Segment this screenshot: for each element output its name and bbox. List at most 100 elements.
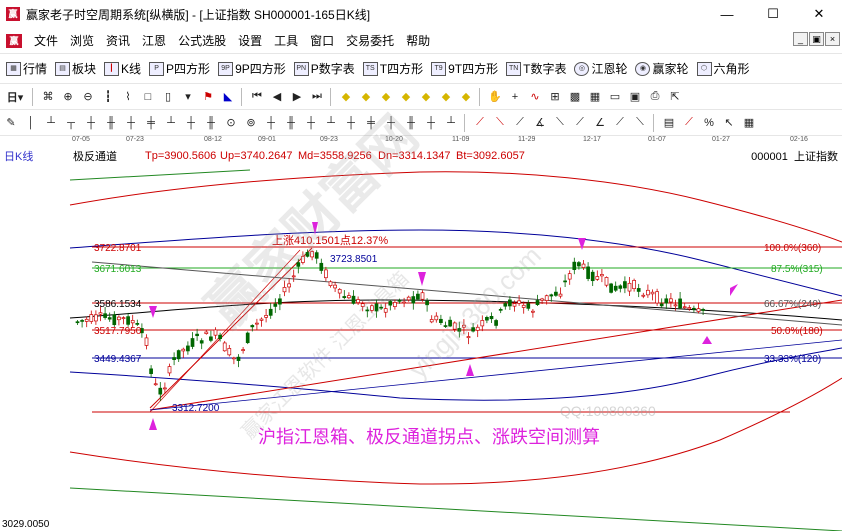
diamond-3-icon[interactable]: ◆ [377, 88, 395, 106]
diamond-7-icon[interactable]: ◆ [457, 88, 475, 106]
toolbar-p-square-button[interactable]: P P四方形 [147, 60, 212, 77]
fan-8-icon[interactable]: ⟋ [611, 114, 629, 132]
tline-6-icon[interactable]: ╪ [142, 114, 160, 132]
bars-icon[interactable]: ┇ [99, 88, 117, 106]
tline-3-icon[interactable]: ┼ [82, 114, 100, 132]
zoom-in-icon[interactable]: ⊕ [59, 88, 77, 106]
save-icon[interactable]: ▣ [626, 88, 644, 106]
period-day-button[interactable]: 日▾ [2, 88, 28, 106]
diamond-4-icon[interactable]: ◆ [397, 88, 415, 106]
toolbar-hexagon-button[interactable]: ⬡ 六角形 [695, 60, 752, 77]
diamond-1-icon[interactable]: ◆ [337, 88, 355, 106]
red-flag-icon[interactable]: ⚑ [199, 88, 217, 106]
tline-16-icon[interactable]: ┼ [382, 114, 400, 132]
tline-5-icon[interactable]: ┼ [122, 114, 140, 132]
fan-6-icon[interactable]: ⟋ [571, 114, 589, 132]
prev-icon[interactable]: ◀ [268, 88, 286, 106]
tline-17-icon[interactable]: ╫ [402, 114, 420, 132]
menu-window[interactable]: 窗口 [304, 32, 340, 49]
menu-settings[interactable]: 设置 [232, 32, 268, 49]
export-icon[interactable]: ⇱ [666, 88, 684, 106]
wave-icon[interactable]: ∿ [526, 88, 544, 106]
tline-19-icon[interactable]: ┴ [442, 114, 460, 132]
fan-4-icon[interactable]: ∡ [531, 114, 549, 132]
toolbar-t-table-button[interactable]: TN T数字表 [504, 60, 568, 77]
table-icon[interactable]: ▤ [660, 114, 678, 132]
arrow-icon[interactable]: ↖ [720, 114, 738, 132]
tline-18-icon[interactable]: ┼ [422, 114, 440, 132]
pattern-icon[interactable]: ▩ [566, 88, 584, 106]
mdi-restore-button[interactable]: ▣ [809, 32, 824, 46]
menu-file[interactable]: 文件 [28, 32, 64, 49]
blue-flag-icon[interactable]: ◣ [219, 88, 237, 106]
diamond-5-icon[interactable]: ◆ [417, 88, 435, 106]
tline-1-icon[interactable]: ┴ [42, 114, 60, 132]
tline-11-icon[interactable]: ╫ [282, 114, 300, 132]
toolbar-kline-button[interactable]: ┃ K线 [102, 60, 143, 77]
toolbar-9t-square-button[interactable]: T9 9T四方形 [429, 60, 500, 77]
toolbar-gann-wheel-button[interactable]: ◎ 江恩轮 [572, 60, 629, 77]
toolbar-9p-square-button[interactable]: 9P 9P四方形 [216, 60, 288, 77]
window-icon[interactable]: ▭ [606, 88, 624, 106]
menu-tools[interactable]: 工具 [268, 32, 304, 49]
tline-10-icon[interactable]: ┼ [262, 114, 280, 132]
toolbar-sectors-button[interactable]: ▤ 板块 [53, 60, 98, 77]
first-icon[interactable]: ⏮ [248, 88, 266, 106]
tline-9-icon[interactable]: ╫ [202, 114, 220, 132]
print-icon[interactable]: ⎙ [646, 88, 664, 106]
minimize-button[interactable]: — [704, 0, 750, 28]
tline-7-icon[interactable]: ┴ [162, 114, 180, 132]
chart-type-icon[interactable]: ⌘ [39, 88, 57, 106]
kline-period-label[interactable]: 日K线 [4, 148, 33, 164]
last-icon[interactable]: ⏭ [308, 88, 326, 106]
box-icon[interactable]: ▦ [740, 114, 758, 132]
pencil-icon[interactable]: ✎ [2, 114, 20, 132]
fan-7-icon[interactable]: ∠ [591, 114, 609, 132]
dropdown-icon[interactable]: ▾ [179, 88, 197, 106]
candle-icon[interactable]: ▯ [159, 88, 177, 106]
vline-icon[interactable]: │ [22, 114, 40, 132]
toolbar-t-square-button[interactable]: TS T四方形 [361, 60, 425, 77]
tline-8-icon[interactable]: ┼ [182, 114, 200, 132]
zoom-out-icon[interactable]: ⊖ [79, 88, 97, 106]
menu-news[interactable]: 资讯 [100, 32, 136, 49]
diamond-2-icon[interactable]: ◆ [357, 88, 375, 106]
menu-help[interactable]: 帮助 [400, 32, 436, 49]
tline-4-icon[interactable]: ╫ [102, 114, 120, 132]
next-icon[interactable]: ▶ [288, 88, 306, 106]
close-button[interactable]: ✕ [796, 0, 842, 28]
circle-1-icon[interactable]: ⊙ [222, 114, 240, 132]
toolbar-quotes-button[interactable]: ▦ 行情 [4, 60, 49, 77]
fan-1-icon[interactable]: ⟋ [471, 114, 489, 132]
diamond-6-icon[interactable]: ◆ [437, 88, 455, 106]
calendar-icon[interactable]: ▦ [586, 88, 604, 106]
fan-2-icon[interactable]: ⟍ [491, 114, 509, 132]
fan-9-icon[interactable]: ⟍ [631, 114, 649, 132]
tline-15-icon[interactable]: ╪ [362, 114, 380, 132]
chart-area[interactable] [0, 136, 842, 531]
fan-3-icon[interactable]: ⟋ [511, 114, 529, 132]
toolbar-winner-wheel-button[interactable]: ◉ 赢家轮 [633, 60, 690, 77]
line-chart-icon[interactable]: ⌇ [119, 88, 137, 106]
menu-trade[interactable]: 交易委托 [340, 32, 400, 49]
toolbar-p-table-button[interactable]: PN P数字表 [292, 60, 357, 77]
tline-2-icon[interactable]: ┬ [62, 114, 80, 132]
tline-12-icon[interactable]: ┼ [302, 114, 320, 132]
menu-logo-icon[interactable]: 赢 [6, 33, 22, 48]
hand-icon[interactable]: ✋ [486, 88, 504, 106]
fan-5-icon[interactable]: ⟍ [551, 114, 569, 132]
maximize-button[interactable]: ☐ [750, 0, 796, 28]
menu-browse[interactable]: 浏览 [64, 32, 100, 49]
tline-13-icon[interactable]: ┴ [322, 114, 340, 132]
crosshair-icon[interactable]: + [506, 88, 524, 106]
info-icon[interactable]: □ [139, 88, 157, 106]
mdi-close-button[interactable]: × [825, 32, 840, 46]
chart-icon[interactable]: ⊞ [546, 88, 564, 106]
menu-gann[interactable]: 江恩 [136, 32, 172, 49]
percent-icon[interactable]: % [700, 114, 718, 132]
circle-2-icon[interactable]: ⊚ [242, 114, 260, 132]
menu-formula[interactable]: 公式选股 [172, 32, 232, 49]
slash-icon[interactable]: ⟋ [680, 114, 698, 132]
mdi-minimize-button[interactable]: _ [793, 32, 808, 46]
tline-14-icon[interactable]: ┼ [342, 114, 360, 132]
